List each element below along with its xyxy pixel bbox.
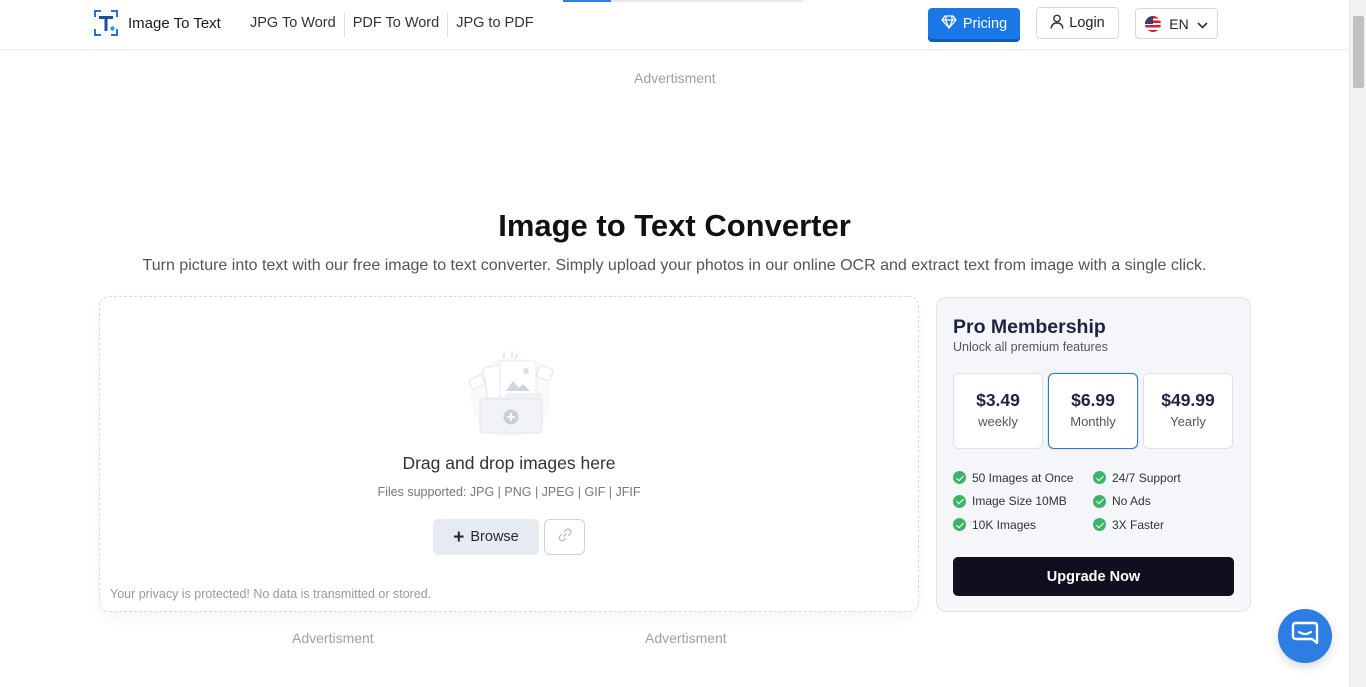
feature-item: Image Size 10MB: [953, 494, 1093, 510]
pricing-label: Pricing: [962, 15, 1008, 32]
diamond-icon: [941, 14, 957, 33]
feature-list: 50 Images at Once 24/7 Support Image Siz…: [953, 470, 1243, 533]
feature-label: 10K Images: [972, 517, 1037, 532]
feature-item: 3X Faster: [1093, 517, 1233, 533]
feature-item: 10K Images: [953, 517, 1093, 533]
plan-weekly[interactable]: $3.49 weekly: [953, 373, 1043, 449]
link-icon: [557, 527, 573, 548]
browse-button[interactable]: + Browse: [433, 519, 539, 555]
upload-folder-icon: [456, 349, 566, 439]
advertisement-label-top: Advertisment: [634, 70, 716, 86]
drop-instructions: Drag and drop images here: [402, 453, 616, 473]
upgrade-now-button[interactable]: Upgrade Now: [953, 557, 1234, 596]
chat-icon: [1291, 621, 1319, 652]
language-label: EN: [1169, 15, 1189, 32]
feature-item: 24/7 Support: [1093, 470, 1233, 486]
scrollbar[interactable]: [1349, 0, 1366, 687]
nav-pdf-to-word[interactable]: PDF To Word: [345, 13, 449, 37]
feature-item: 50 Images at Once: [953, 470, 1093, 486]
browse-label: Browse: [470, 529, 519, 545]
advertisement-label-left: Advertisment: [292, 630, 374, 646]
login-button[interactable]: Login: [1036, 7, 1119, 39]
plan-period: Monthly: [1070, 414, 1116, 429]
page-subtitle: Turn picture into text with our free ima…: [142, 257, 1207, 274]
upload-dropzone[interactable]: Drag and drop images here Files supporte…: [99, 296, 919, 612]
plus-icon: +: [453, 526, 465, 548]
page: Image To Text JPG To Word PDF To Word JP…: [0, 0, 1366, 687]
pro-membership-card: Pro Membership Unlock all premium featur…: [936, 297, 1251, 612]
feature-label: 3X Faster: [1112, 517, 1165, 532]
user-icon: [1050, 14, 1064, 33]
logo[interactable]: Image To Text: [93, 9, 221, 37]
chat-button[interactable]: [1278, 609, 1332, 663]
pricing-button[interactable]: Pricing: [928, 8, 1020, 39]
login-label: Login: [1069, 15, 1105, 31]
pro-title: Pro Membership: [953, 316, 1106, 338]
top-header: Image To Text JPG To Word PDF To Word JP…: [0, 0, 1349, 50]
privacy-note: Your privacy is protected! No data is tr…: [110, 587, 432, 601]
feature-label: 50 Images at Once: [972, 470, 1074, 485]
main-nav: JPG To Word PDF To Word JPG to PDF: [242, 13, 542, 37]
language-select[interactable]: EN: [1135, 8, 1218, 39]
progress-fill: [563, 0, 611, 2]
advertisement-label-right: Advertisment: [645, 630, 727, 646]
plan-period: Yearly: [1170, 414, 1206, 429]
url-upload-button[interactable]: [544, 519, 585, 555]
check-icon: [953, 494, 966, 508]
plan-price: $3.49: [976, 390, 1020, 410]
feature-item: No Ads: [1093, 494, 1233, 510]
us-flag-icon: [1145, 15, 1162, 32]
check-icon: [953, 518, 966, 532]
feature-label: 24/7 Support: [1112, 470, 1181, 485]
supported-formats: Files supported: JPG | PNG | JPEG | GIF …: [377, 485, 641, 499]
pro-subtitle: Unlock all premium features: [953, 340, 1108, 354]
nav-jpg-to-pdf[interactable]: JPG to PDF: [448, 13, 541, 37]
chevron-down-icon: [1197, 16, 1208, 32]
plan-monthly[interactable]: $6.99 Monthly: [1048, 373, 1138, 449]
check-icon: [1093, 494, 1106, 508]
logo-icon: [93, 9, 119, 37]
logo-text: Image To Text: [128, 14, 221, 32]
nav-jpg-to-word[interactable]: JPG To Word: [242, 13, 345, 37]
plan-period: weekly: [978, 414, 1018, 429]
scrollbar-thumb[interactable]: [1353, 16, 1364, 88]
feature-label: Image Size 10MB: [972, 494, 1067, 509]
plan-yearly[interactable]: $49.99 Yearly: [1143, 373, 1233, 449]
page-load-progress: [563, 0, 803, 2]
plan-price: $49.99: [1161, 390, 1215, 410]
check-icon: [1093, 518, 1106, 532]
feature-label: No Ads: [1112, 494, 1151, 509]
check-icon: [953, 471, 966, 485]
page-title: Image to Text Converter: [498, 208, 851, 243]
plan-price: $6.99: [1071, 390, 1115, 410]
check-icon: [1093, 471, 1106, 485]
